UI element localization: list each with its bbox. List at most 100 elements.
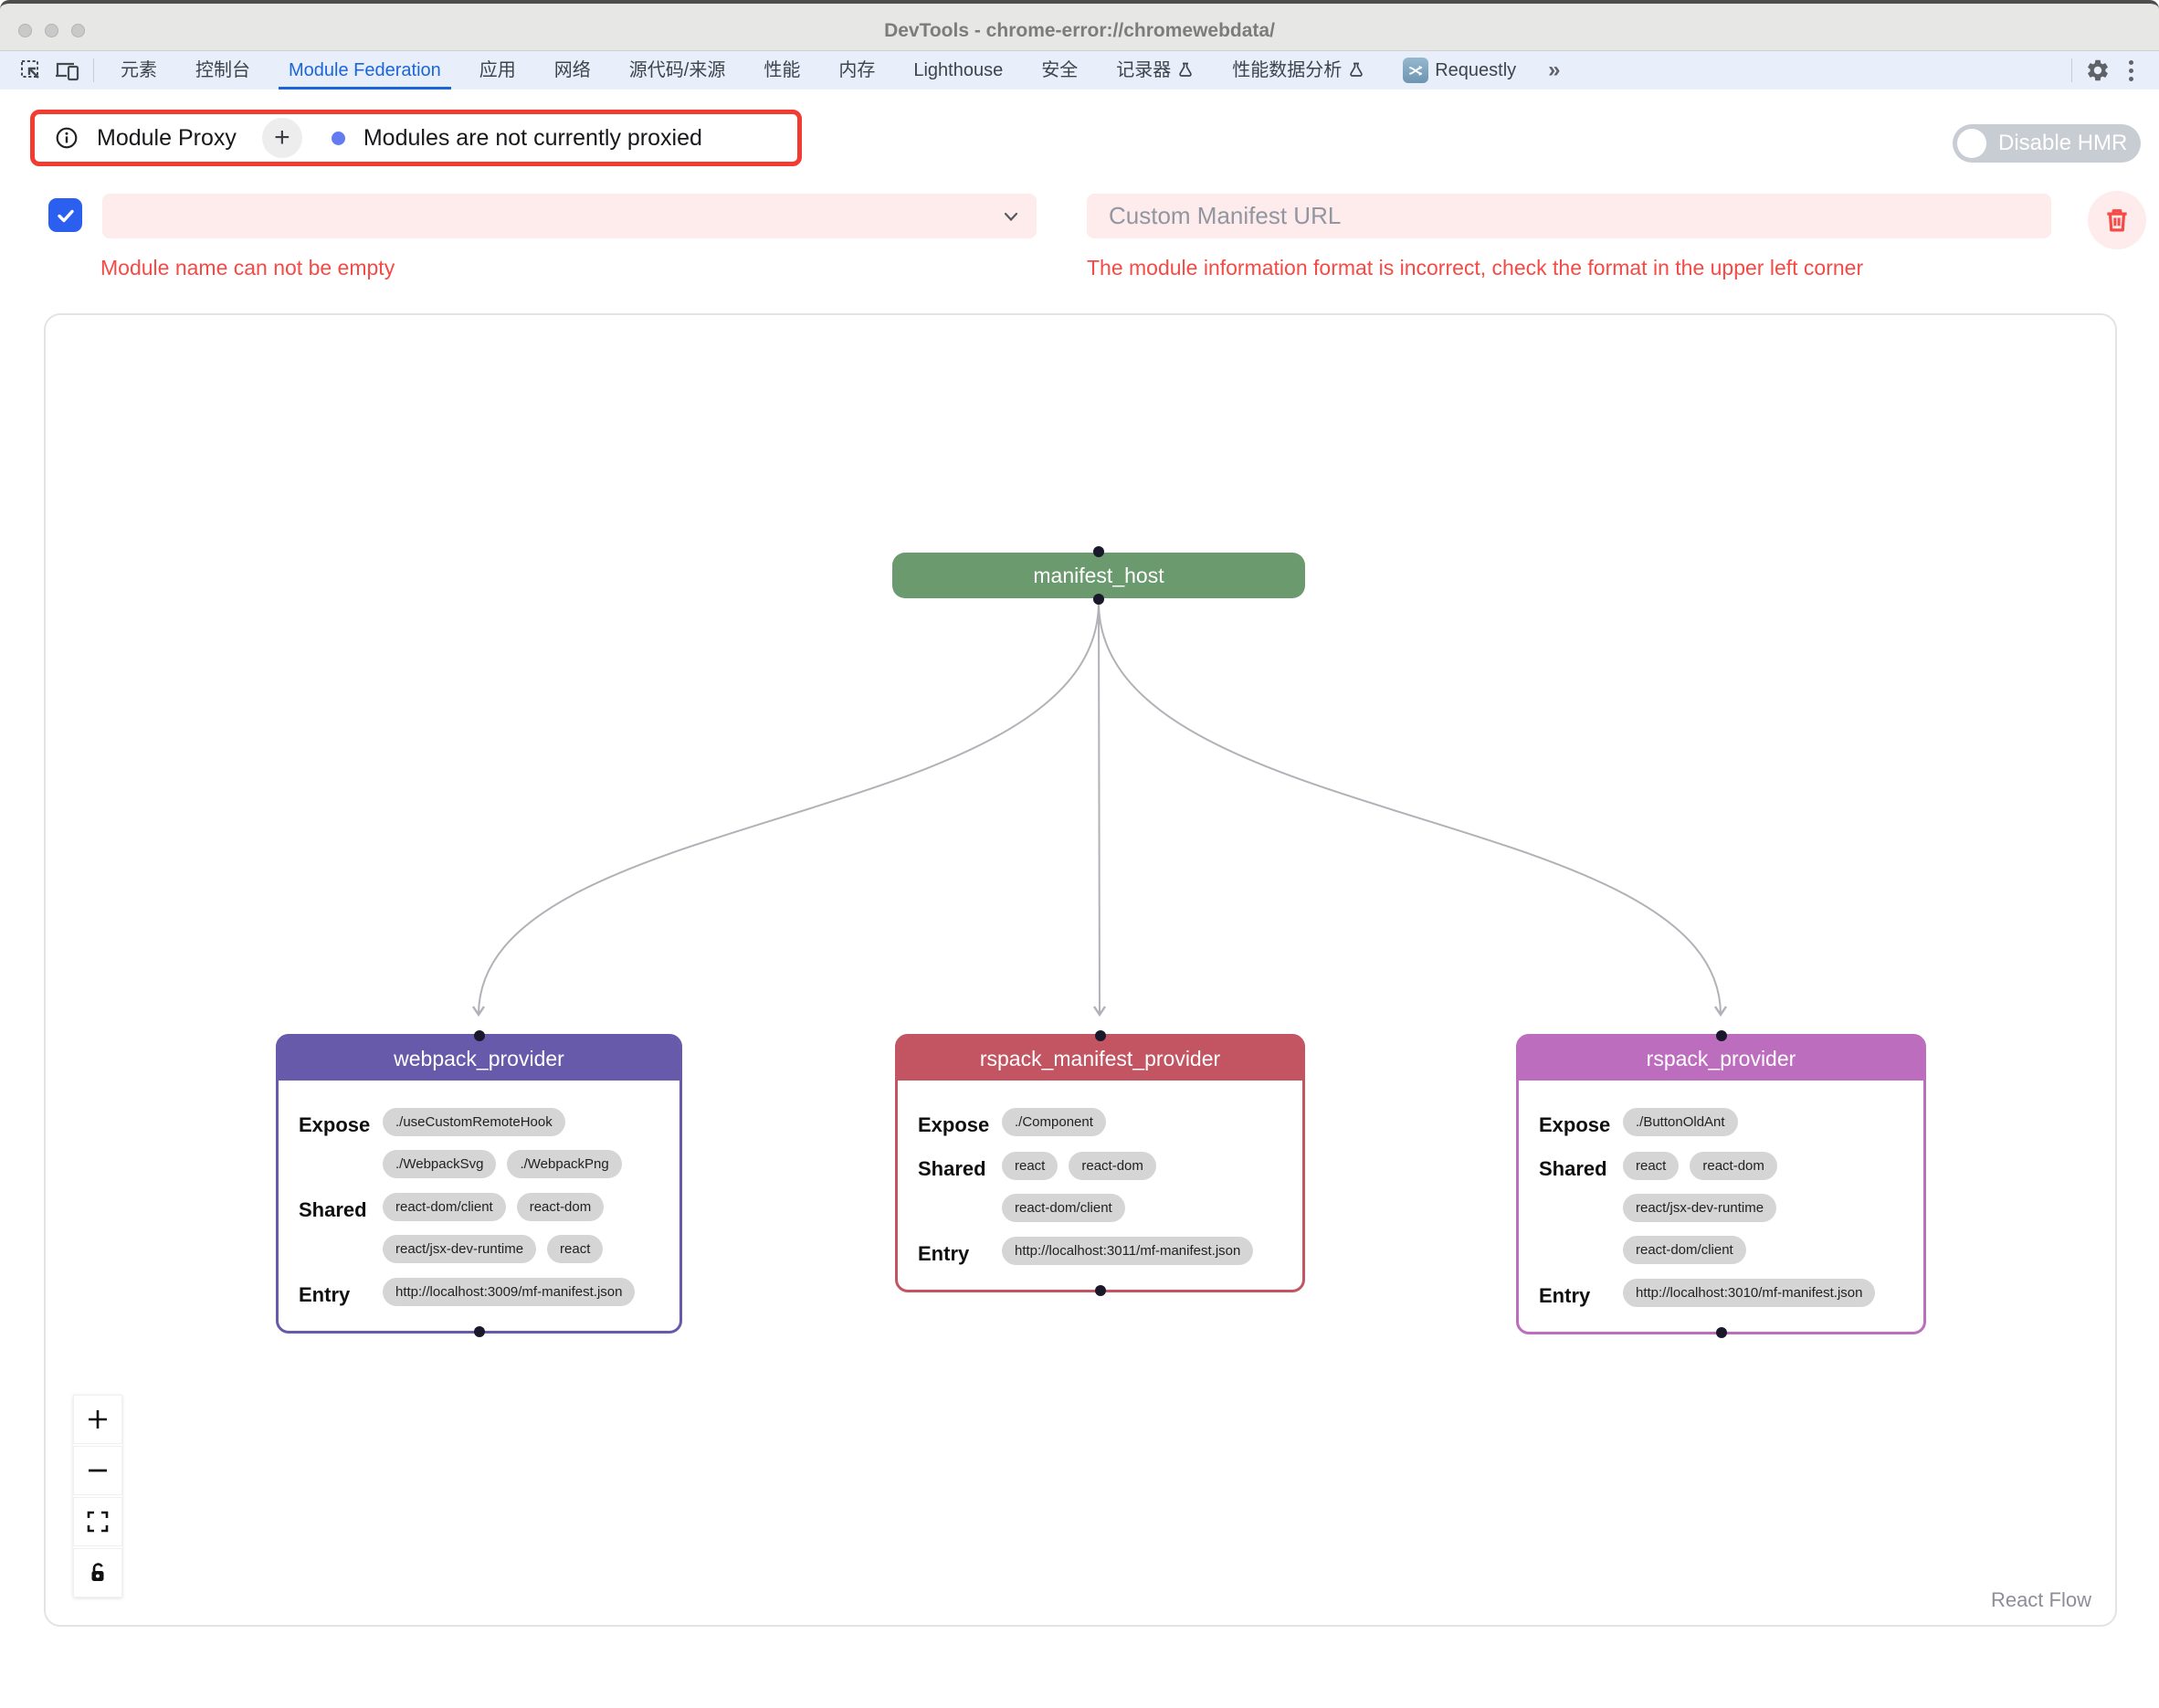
- devtools-window: DevTools - chrome-error://chromewebdata/…: [0, 0, 2159, 1708]
- manifest-format-error: The module information format is incorre…: [1087, 256, 1863, 280]
- experiment-flask-icon: [1177, 62, 1194, 79]
- chevron-down-icon: [1002, 207, 1020, 226]
- node-handle[interactable]: [1716, 1327, 1727, 1338]
- node-handle[interactable]: [1095, 1285, 1106, 1296]
- tag: react-dom/client: [1623, 1236, 1746, 1264]
- tab-sources[interactable]: 源代码/来源: [610, 51, 745, 90]
- inspect-element-icon[interactable]: [13, 51, 49, 90]
- module-name-select[interactable]: [102, 194, 1037, 238]
- plus-icon: [86, 1408, 110, 1431]
- tab-performance[interactable]: 性能: [744, 51, 819, 90]
- tab-recorder[interactable]: 记录器: [1097, 51, 1213, 90]
- module-enabled-checkbox[interactable]: [48, 198, 82, 232]
- tag: react/jsx-dev-runtime: [383, 1235, 536, 1263]
- tag: ./WebpackSvg: [383, 1150, 496, 1178]
- more-tabs-button[interactable]: »: [1535, 58, 1571, 83]
- lock-button[interactable]: [73, 1548, 122, 1597]
- tab-elements[interactable]: 元素: [101, 51, 176, 90]
- tab-network[interactable]: 网络: [535, 51, 610, 90]
- shared-tags: react react-dom react-dom/client: [1002, 1152, 1282, 1222]
- node-title: webpack_provider: [279, 1037, 679, 1081]
- tag: react-dom: [1069, 1152, 1156, 1180]
- row-label-shared: Shared: [1539, 1152, 1623, 1264]
- node-title: rspack_manifest_provider: [898, 1037, 1302, 1081]
- proxy-status-text: Modules are not currently proxied: [363, 125, 702, 152]
- entry-tags: http://localhost:3009/mf-manifest.json: [383, 1278, 659, 1307]
- zoom-in-button[interactable]: [73, 1395, 122, 1444]
- more-options-kebab-icon[interactable]: [2116, 60, 2146, 81]
- graph-edges: [46, 315, 2117, 1627]
- tab-lighthouse[interactable]: Lighthouse: [894, 51, 1022, 90]
- tag: ./Component: [1002, 1108, 1106, 1136]
- module-graph-canvas[interactable]: manifest_host webpack_provider Expose./u…: [44, 313, 2117, 1627]
- node-manifest-host[interactable]: manifest_host: [892, 553, 1305, 598]
- tag: react-dom/client: [383, 1193, 506, 1221]
- tab-performance-insights[interactable]: 性能数据分析: [1213, 51, 1384, 90]
- tag: react: [1623, 1152, 1679, 1180]
- tag: ./useCustomRemoteHook: [383, 1108, 565, 1136]
- tab-requestly[interactable]: Requestly: [1384, 51, 1535, 90]
- shared-tags: react-dom/clientreact-domreact/jsx-dev-r…: [383, 1193, 659, 1263]
- row-label-entry: Entry: [1539, 1279, 1623, 1308]
- node-handle[interactable]: [1093, 594, 1104, 605]
- proxy-status-dot: [332, 132, 345, 145]
- expose-tags: ./useCustomRemoteHook ./WebpackSvg ./Webpa…: [383, 1108, 659, 1178]
- node-title: rspack_provider: [1519, 1037, 1923, 1081]
- tag: react/jsx-dev-runtime: [1623, 1194, 1776, 1222]
- tag: react: [1002, 1152, 1058, 1180]
- node-handle[interactable]: [474, 1030, 485, 1041]
- toggle-knob: [1957, 129, 1986, 158]
- toolbar-divider: [2071, 58, 2072, 82]
- expose-tags: ./ButtonOldAnt: [1623, 1108, 1903, 1137]
- fit-view-icon: [86, 1510, 110, 1534]
- node-rspack-provider[interactable]: rspack_provider Expose./ButtonOldAnt Sha…: [1516, 1034, 1926, 1334]
- fit-view-button[interactable]: [73, 1497, 122, 1546]
- tag: ./WebpackPng: [507, 1150, 621, 1178]
- tab-security[interactable]: 安全: [1022, 51, 1097, 90]
- tag: react-dom/client: [1002, 1194, 1125, 1222]
- toolbar-divider: [93, 58, 94, 82]
- node-handle[interactable]: [1095, 1030, 1106, 1041]
- node-handle[interactable]: [1716, 1030, 1727, 1041]
- node-handle[interactable]: [1093, 546, 1104, 557]
- tab-application[interactable]: 应用: [460, 51, 535, 90]
- devtools-tab-bar: 元素 控制台 Module Federation 应用 网络 源代码/来源 性能…: [0, 51, 2159, 90]
- info-icon: [55, 126, 79, 150]
- device-toolbar-icon[interactable]: [49, 51, 86, 90]
- custom-manifest-url-input[interactable]: [1087, 194, 2051, 238]
- tab-memory[interactable]: 内存: [819, 51, 894, 90]
- entry-url-tag: http://localhost:3009/mf-manifest.json: [383, 1278, 635, 1306]
- minus-icon: [86, 1459, 110, 1482]
- module-proxy-panel: Module Proxy + Modules are not currently…: [30, 110, 802, 166]
- module-name-error: Module name can not be empty: [100, 256, 395, 280]
- settings-gear-icon[interactable]: [2080, 51, 2116, 90]
- flow-controls: [73, 1395, 122, 1597]
- expose-tags: ./Component: [1002, 1108, 1282, 1137]
- checkmark-icon: [55, 205, 77, 227]
- row-label-expose: Expose: [1539, 1108, 1623, 1137]
- title-bar: DevTools - chrome-error://chromewebdata/: [0, 0, 2159, 51]
- experiment-flask-icon: [1348, 62, 1364, 79]
- delete-module-button[interactable]: [2088, 191, 2146, 249]
- zoom-out-button[interactable]: [73, 1446, 122, 1495]
- node-handle[interactable]: [474, 1326, 485, 1337]
- tag: react-dom: [1690, 1152, 1777, 1180]
- entry-url-tag: http://localhost:3010/mf-manifest.json: [1623, 1279, 1875, 1307]
- node-title: manifest_host: [1033, 564, 1164, 587]
- entry-tags: http://localhost:3011/mf-manifest.json: [1002, 1237, 1282, 1266]
- row-label-shared: Shared: [918, 1152, 1002, 1222]
- shared-tags: react react-dom react/jsx-dev-runtime react…: [1623, 1152, 1903, 1264]
- add-proxy-button[interactable]: +: [262, 118, 302, 158]
- row-label-shared: Shared: [299, 1193, 383, 1263]
- tag: ./ButtonOldAnt: [1623, 1108, 1738, 1136]
- node-rspack-manifest-provider[interactable]: rspack_manifest_provider Expose./Compone…: [895, 1034, 1305, 1292]
- node-webpack-provider[interactable]: webpack_provider Expose./useCustomRemote…: [276, 1034, 682, 1334]
- row-label-entry: Entry: [918, 1237, 1002, 1266]
- module-proxy-title: Module Proxy: [97, 125, 237, 152]
- disable-hmr-toggle[interactable]: Disable HMR: [1953, 124, 2141, 163]
- window-title: DevTools - chrome-error://chromewebdata/: [0, 4, 2159, 55]
- row-label-expose: Expose: [918, 1108, 1002, 1137]
- tab-console[interactable]: 控制台: [176, 51, 269, 90]
- entry-url-tag: http://localhost:3011/mf-manifest.json: [1002, 1237, 1253, 1265]
- tab-module-federation[interactable]: Module Federation: [269, 51, 460, 90]
